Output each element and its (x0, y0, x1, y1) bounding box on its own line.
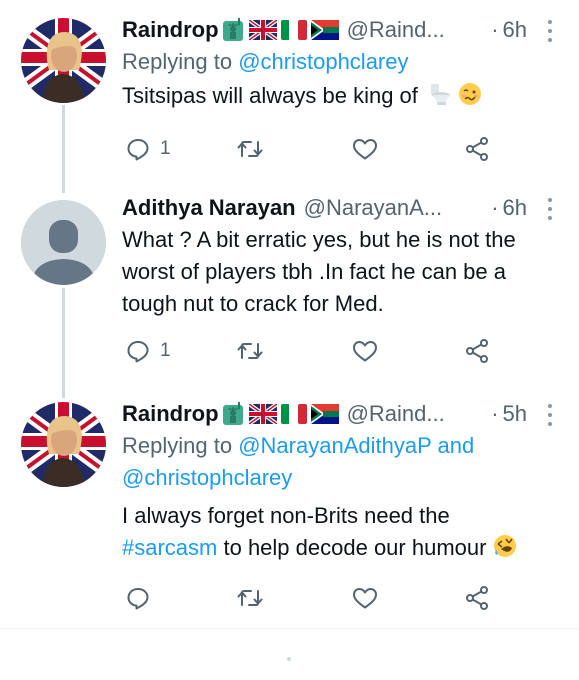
hashtag-link[interactable]: #sarcasm (122, 535, 217, 560)
reply-button[interactable] (126, 583, 160, 613)
name-emojis (221, 17, 339, 43)
timestamp[interactable]: · 5h (491, 398, 527, 430)
mention-link[interactable]: @NarayanAdithyaP (238, 433, 431, 458)
like-button[interactable] (352, 583, 378, 613)
retweet-button[interactable] (237, 336, 263, 366)
timestamp[interactable]: · 6h (491, 14, 527, 46)
italy-flag-icon (280, 20, 307, 40)
like-icon (353, 341, 377, 362)
like-button[interactable] (352, 336, 378, 366)
mention-link[interactable]: @christophclarey (122, 465, 292, 490)
more-icon[interactable] (545, 404, 555, 426)
reply-icon (127, 139, 149, 161)
tweet-text: Tsitsipas will always be king of (122, 80, 561, 112)
statue-of-liberty-icon (222, 402, 243, 425)
user-handle[interactable]: @NarayanA... (304, 195, 443, 221)
reply-button[interactable]: 1 (126, 336, 171, 366)
display-name[interactable]: Adithya Narayan (122, 195, 296, 221)
retweet-button[interactable] (237, 583, 263, 613)
replying-to: Replying to @christophclarey (122, 49, 409, 74)
reply-icon (127, 341, 149, 363)
more-icon[interactable] (545, 20, 555, 42)
avatar[interactable] (21, 18, 106, 103)
south-africa-flag-icon (310, 404, 339, 424)
avatar[interactable] (21, 200, 106, 285)
like-button[interactable] (352, 134, 378, 164)
user-handle[interactable]: @Raind... (347, 17, 445, 43)
toilet-emoji (431, 84, 451, 105)
south-africa-flag-icon (310, 20, 339, 40)
share-icon (466, 586, 488, 610)
user-handle[interactable]: @Raind... (347, 401, 445, 427)
share-button[interactable] (464, 583, 490, 613)
share-button[interactable] (464, 336, 490, 366)
avatar[interactable] (21, 402, 106, 487)
reply-icon (127, 588, 149, 610)
replying-to-continued: @christophclarey (122, 462, 561, 494)
more-icon[interactable] (545, 198, 555, 220)
share-button[interactable] (464, 134, 490, 164)
mention-link[interactable]: @christophclarey (238, 49, 408, 74)
italy-flag-icon (280, 404, 307, 424)
tweet[interactable]: Adithya Narayan @NarayanA... · 6h What ? … (0, 192, 579, 382)
timestamp[interactable]: · 6h (491, 192, 527, 224)
tweet-actions: 1 (122, 134, 561, 164)
statue-of-liberty-icon (222, 18, 243, 41)
like-icon (353, 139, 377, 160)
tweet-text: What ? A bit erratic yes, but he is not … (122, 227, 516, 316)
uk-flag-icon (248, 20, 277, 40)
reply-count: 1 (160, 340, 171, 361)
uk-flag-icon (248, 404, 277, 424)
name-emojis (221, 401, 339, 427)
tweet-actions: 1 (122, 336, 561, 366)
tweet-actions (122, 583, 561, 613)
display-name[interactable]: Raindrop (122, 401, 219, 427)
tweet[interactable]: Raindrop (0, 398, 579, 618)
share-icon (466, 339, 488, 363)
divider (0, 628, 579, 629)
retweet-icon (237, 141, 263, 157)
display-name[interactable]: Raindrop (122, 17, 219, 43)
retweet-button[interactable] (237, 134, 263, 164)
loading-indicator (287, 657, 291, 661)
rolling-on-floor-laughing-emoji (493, 535, 516, 557)
retweet-icon (237, 343, 263, 359)
share-icon (466, 137, 488, 161)
replying-to: Replying to @NarayanAdithyaP and (122, 433, 475, 458)
retweet-icon (237, 590, 263, 606)
reply-button[interactable]: 1 (126, 134, 171, 164)
tweet[interactable]: Raindrop (0, 14, 579, 174)
woozy-face-emoji (459, 83, 482, 105)
reply-count: 1 (160, 138, 171, 159)
like-icon (353, 588, 377, 609)
tweet-text: I always forget non-Brits need the #sarc… (122, 500, 561, 564)
